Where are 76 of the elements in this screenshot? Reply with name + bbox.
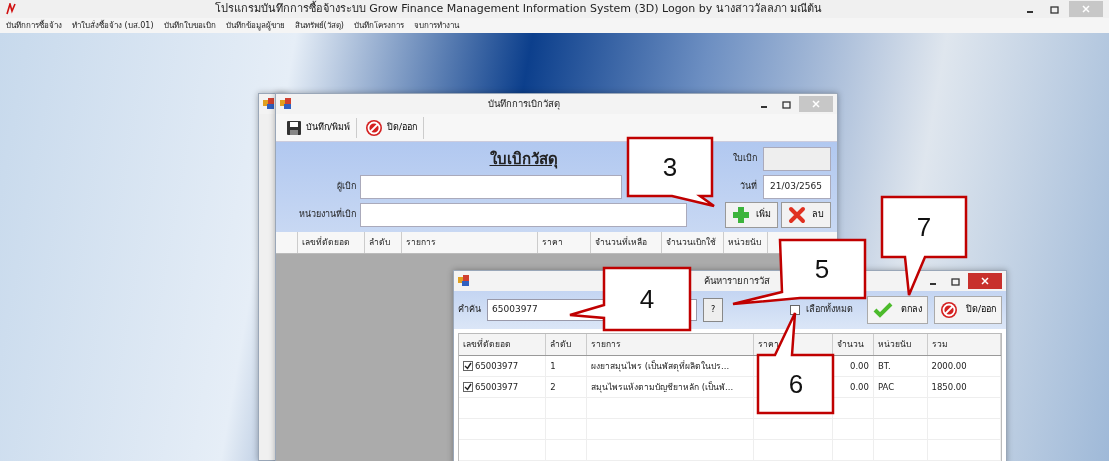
close-icon xyxy=(812,100,820,108)
callout-number: 3 xyxy=(662,152,678,182)
requisition-number-field[interactable] xyxy=(763,147,831,171)
window-title: บันทึกการเบิกวัสดุ xyxy=(486,96,561,112)
close-exit-button[interactable]: ปิด/ออก xyxy=(933,296,1002,324)
date-field[interactable]: 21/03/2565 xyxy=(763,175,831,199)
column-header: หน่วยนับ xyxy=(724,232,768,253)
checkmark-icon xyxy=(872,302,893,318)
add-button[interactable]: เพิ่ม xyxy=(725,202,778,228)
menu-item[interactable]: บันทึกใบขอเบิก xyxy=(163,19,216,32)
window-title: โปรแกรมบันทึกการซื้อจ้างระบบ Grow Finance Management Information System (3D) Logon by นางสาววัลลภา มณีต้น xyxy=(213,0,824,17)
column-header: รวม xyxy=(927,334,1001,355)
delete-button[interactable]: ลบ xyxy=(781,202,831,228)
maximize-icon[interactable] xyxy=(781,100,791,109)
menu-item[interactable]: สินทรัพย์(วัสดุ) xyxy=(294,19,344,32)
field-label: ใบเบิก xyxy=(733,152,757,166)
row-checkbox[interactable] xyxy=(463,382,473,392)
menu-item[interactable]: ทำใบสั่งซื้อจ้าง (บส.01) xyxy=(72,19,154,32)
no-entry-icon xyxy=(939,301,958,319)
app-logo-icon xyxy=(6,3,16,15)
column-header: จำนวนเบิกใช้ xyxy=(662,232,724,253)
department-field[interactable] xyxy=(360,203,687,227)
callout-number: 5 xyxy=(814,254,830,284)
table-cell: ผงยาสมุนไพร (เป็นพัสดุที่ผลิตในปร... xyxy=(587,356,754,376)
cross-icon xyxy=(788,206,806,224)
row-checkbox[interactable] xyxy=(463,361,473,371)
window-icon xyxy=(458,275,470,287)
close-icon xyxy=(981,277,989,285)
maximize-icon[interactable] xyxy=(1049,5,1059,14)
menu-item[interactable]: บันทึกโครงการ xyxy=(353,19,404,32)
window-title: ค้นหารายการวัส xyxy=(703,273,771,288)
ok-button[interactable]: ตกลง xyxy=(866,296,928,324)
column-header: ราคา xyxy=(538,232,591,253)
window-icon xyxy=(263,98,275,110)
callout-number: 7 xyxy=(916,212,932,242)
close-icon xyxy=(1082,5,1090,13)
close-exit-button[interactable]: ปิด/ออก xyxy=(359,116,425,139)
close-button[interactable] xyxy=(968,273,1002,289)
table-cell: 2000.00 xyxy=(927,356,1001,376)
table-cell: สมุนไพรแห้งตามบัญชียาหลัก (เป็นพั... xyxy=(587,377,754,397)
table-cell: PAC xyxy=(873,377,928,397)
callout-number: 4 xyxy=(639,284,655,314)
callout-number: 6 xyxy=(788,369,804,399)
maximize-icon[interactable] xyxy=(950,277,960,286)
table-cell: 65003977 xyxy=(475,380,519,394)
column-header: จำนวนที่เหลือ xyxy=(591,232,662,253)
column-header: ลำดับ xyxy=(365,232,402,253)
field-label: คำค้น xyxy=(458,303,481,317)
table-cell: 65003977 xyxy=(475,359,519,373)
checkbox-label: เลือกทั้งหมด xyxy=(806,303,853,317)
form-heading: ใบเบิกวัสดุ xyxy=(489,149,558,171)
column-header: รายการ xyxy=(402,232,538,253)
column-header: หน่วยนับ xyxy=(873,334,928,355)
plus-icon xyxy=(732,206,750,224)
table-cell: BT. xyxy=(873,356,928,376)
table-cell: 2 xyxy=(546,377,588,397)
select-all-checkbox[interactable] xyxy=(790,305,800,315)
menu-item[interactable]: จบการทำงาน xyxy=(413,19,459,32)
checkmark-icon xyxy=(464,383,472,391)
table-cell: 1 xyxy=(546,356,588,376)
requester-field[interactable] xyxy=(360,175,622,199)
column-header: เลขที่ตัดยอด xyxy=(459,334,547,355)
column-header: ลำดับ xyxy=(546,334,588,355)
column-header: เลขที่ตัดยอด xyxy=(298,232,365,253)
no-entry-icon xyxy=(365,118,384,137)
field-label: หน่วยงานที่เบิก xyxy=(298,208,356,222)
menu-item[interactable]: บันทึกข้อมูลผู้ขาย xyxy=(225,19,285,32)
save-print-button[interactable]: บันทึก/พิมพ์ xyxy=(280,117,358,138)
menu-item[interactable]: บันทึกการซื้อจ้าง xyxy=(6,19,62,32)
checkmark-icon xyxy=(464,362,472,370)
table-cell: 1850.00 xyxy=(927,377,1001,397)
window-icon xyxy=(280,98,292,110)
column-header: รายการ xyxy=(587,334,754,355)
field-label: ผู้เบิก xyxy=(336,180,356,194)
field-label: วันที่ xyxy=(740,180,757,194)
help-button[interactable]: ? xyxy=(703,298,723,322)
